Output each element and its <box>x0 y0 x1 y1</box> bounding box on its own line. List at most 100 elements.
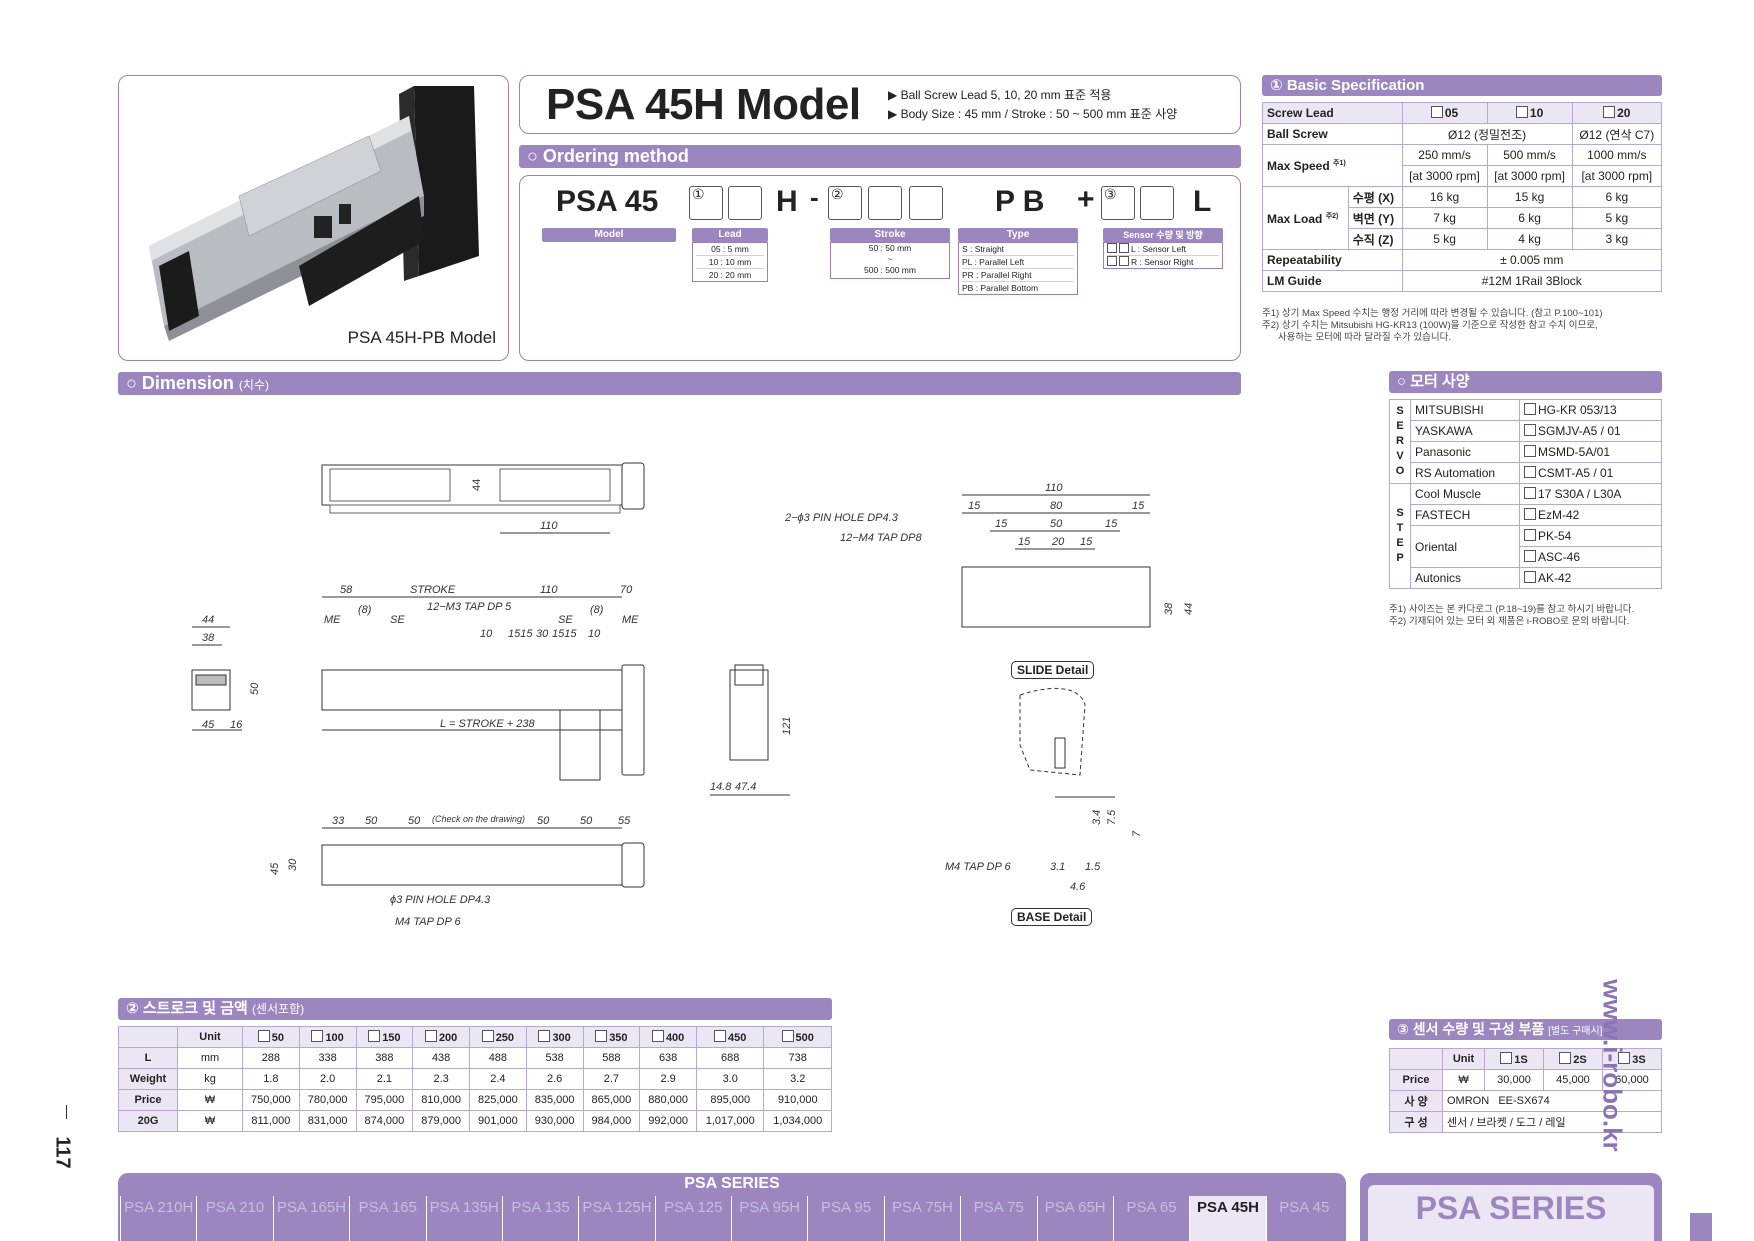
series-tab[interactable]: PSA 45H <box>1189 1196 1266 1241</box>
table-row: 20G ₩811,000 831,000 874,000 879,000 901,000 9… <box>118 1110 832 1132</box>
table-cell: 288 <box>242 1047 300 1069</box>
lead-header: Lead <box>692 228 768 242</box>
letters-pb: P B <box>995 185 1045 218</box>
slide-detail-caption: SLIDE Detail <box>1011 661 1095 679</box>
dim-label: 1.5 <box>1085 861 1101 873</box>
table-cell: 638 <box>639 1047 697 1069</box>
series-tab[interactable]: PSA 165 <box>349 1196 425 1241</box>
stroke-col-label: 50 <box>271 1032 284 1044</box>
table-cell: 930,000 <box>525 1110 584 1132</box>
dim-label: 45 <box>269 862 281 875</box>
table-cell: 992,000 <box>639 1110 697 1132</box>
table-row: Weight kg 1.8 2.0 2.1 2.3 2.4 2.6 2.7 2.9 3.0 3.2 <box>118 1068 832 1090</box>
series-tab[interactable]: PSA 125 <box>654 1196 731 1241</box>
series-tab[interactable]: PSA 75H <box>883 1196 960 1241</box>
table-cell: 2.6 <box>525 1068 584 1090</box>
dim-label: 45 <box>202 719 215 731</box>
stroke-col-header: 50 <box>242 1026 300 1048</box>
series-tab[interactable]: PSA 65H <box>1036 1196 1113 1241</box>
lm-guide-label: LM Guide <box>1262 270 1403 292</box>
checkbox-icon <box>257 1030 270 1042</box>
dim-label: 121 <box>781 717 793 735</box>
checkbox-icon <box>1430 106 1443 118</box>
table-cell: 2.7 <box>582 1068 641 1090</box>
series-tab[interactable]: PSA 165H <box>272 1196 349 1241</box>
dim-label: 50 <box>537 815 550 827</box>
letter-l: L <box>1193 185 1212 218</box>
dim-label: 15 <box>1018 536 1031 548</box>
series-tab[interactable]: PSA 135H <box>425 1196 502 1241</box>
dim-label: 30 <box>536 628 549 640</box>
table-cell: 538 <box>525 1047 584 1069</box>
series-tab[interactable]: PSA 95 <box>807 1196 883 1241</box>
checkbox-icon <box>1524 529 1536 541</box>
stroke-input-box-3 <box>909 186 943 220</box>
corner-cell <box>1389 1048 1443 1070</box>
motor-spec-header: ○ 모터 사양 <box>1389 371 1662 393</box>
page-number: 117 <box>52 1105 82 1169</box>
spec-note: 주2) 상기 수치는 Mitsubishi HG-KR13 (100W)을 기준… <box>1262 320 1598 331</box>
lead-option: 05 : 5 mm <box>696 243 764 256</box>
dim-label: 30 <box>287 858 299 871</box>
motor-model: CSMT-A5 / 01 <box>1519 462 1662 484</box>
max-speed-value: 1000 mm/s <box>1571 144 1663 166</box>
table-cell: 810,000 <box>412 1089 470 1111</box>
sensor-option-label: R : Sensor Right <box>1131 257 1194 267</box>
stroke-col-label: 300 <box>552 1032 571 1044</box>
motor-model-text: HG-KR 053/13 <box>1538 403 1617 417</box>
dimension-header: ○ Dimension (치수) <box>118 372 1241 395</box>
table-cell: 1,017,000 <box>695 1110 765 1132</box>
dim-label: 50 <box>408 815 421 827</box>
stroke-col-label: 350 <box>609 1032 628 1044</box>
series-tab[interactable]: PSA 75 <box>960 1196 1036 1241</box>
series-tab[interactable]: PSA 210H <box>120 1196 196 1241</box>
dim-label: M4 TAP DP 6 <box>945 861 1011 873</box>
spec-note: 주1) 상기 Max Speed 수치는 행정 거리에 따라 변경될 수 있습니… <box>1262 308 1603 319</box>
series-tab[interactable]: PSA 95H <box>731 1196 807 1241</box>
series-title: PSA SERIES <box>684 1175 780 1192</box>
checkbox-icon <box>1500 1052 1513 1064</box>
rpm-value: [at 3000 rpm] <box>1571 165 1663 187</box>
motor-model-text: ASC-46 <box>1538 550 1581 564</box>
checkbox-icon <box>714 1030 727 1042</box>
row-label: Weight <box>118 1068 178 1090</box>
series-tab[interactable]: PSA 125H <box>578 1196 654 1241</box>
title-bullet-1: ▶ Ball Screw Lead 5, 10, 20 mm 표준 적용 <box>888 88 1112 102</box>
stroke-option: 50 : 50 mm <box>868 243 912 253</box>
motor-model: ASC-46 <box>1519 546 1662 568</box>
product-image-caption: PSA 45H-PB Model <box>347 328 496 347</box>
max-load-note-ref: 주2) <box>1325 212 1339 220</box>
price-unit: ₩ <box>1441 1069 1486 1091</box>
dim-label: 44 <box>471 479 483 491</box>
dim-label: 50 <box>249 682 261 695</box>
dim-label: 38 <box>202 632 215 644</box>
table-cell: 811,000 <box>242 1110 300 1132</box>
series-tab[interactable]: PSA 210 <box>196 1196 272 1241</box>
table-cell: 895,000 <box>695 1089 765 1111</box>
load-dir: 수평 (X) <box>1347 186 1403 208</box>
checkbox-icon <box>1524 445 1536 457</box>
series-tab[interactable]: PSA 135 <box>501 1196 578 1241</box>
lead-value: 20 <box>1617 106 1631 120</box>
dim-label: 15 <box>968 500 981 512</box>
table-cell: 1,034,000 <box>763 1110 832 1132</box>
motor-model: SGMJV-A5 / 01 <box>1519 420 1662 442</box>
unit-header: Unit <box>1441 1048 1486 1070</box>
dim-label: 44 <box>1183 603 1195 615</box>
checkbox-icon <box>1524 466 1536 478</box>
checkbox-icon <box>1119 243 1129 253</box>
dim-label: 7.5 <box>1106 809 1118 825</box>
table-cell: 880,000 <box>639 1089 697 1111</box>
stroke-option: ~ <box>887 254 893 264</box>
max-speed-text: Max Speed <box>1267 159 1330 173</box>
sensor-option-label: L : Sensor Left <box>1131 244 1186 254</box>
dim-label: 15 <box>995 518 1008 530</box>
series-tab[interactable]: PSA 65 <box>1112 1196 1189 1241</box>
ball-screw-label: Ball Screw <box>1262 123 1403 145</box>
page-title: PSA 45H Model <box>546 80 861 129</box>
sensor-options: Sensor 수량 및 방향 L : Sensor Left R : Senso… <box>1103 228 1223 269</box>
series-tab[interactable]: PSA 45 <box>1265 1196 1342 1241</box>
side-accent-block <box>1690 1213 1712 1241</box>
checkbox-icon <box>1107 256 1117 266</box>
screw-lead-label: Screw Lead <box>1262 102 1403 124</box>
